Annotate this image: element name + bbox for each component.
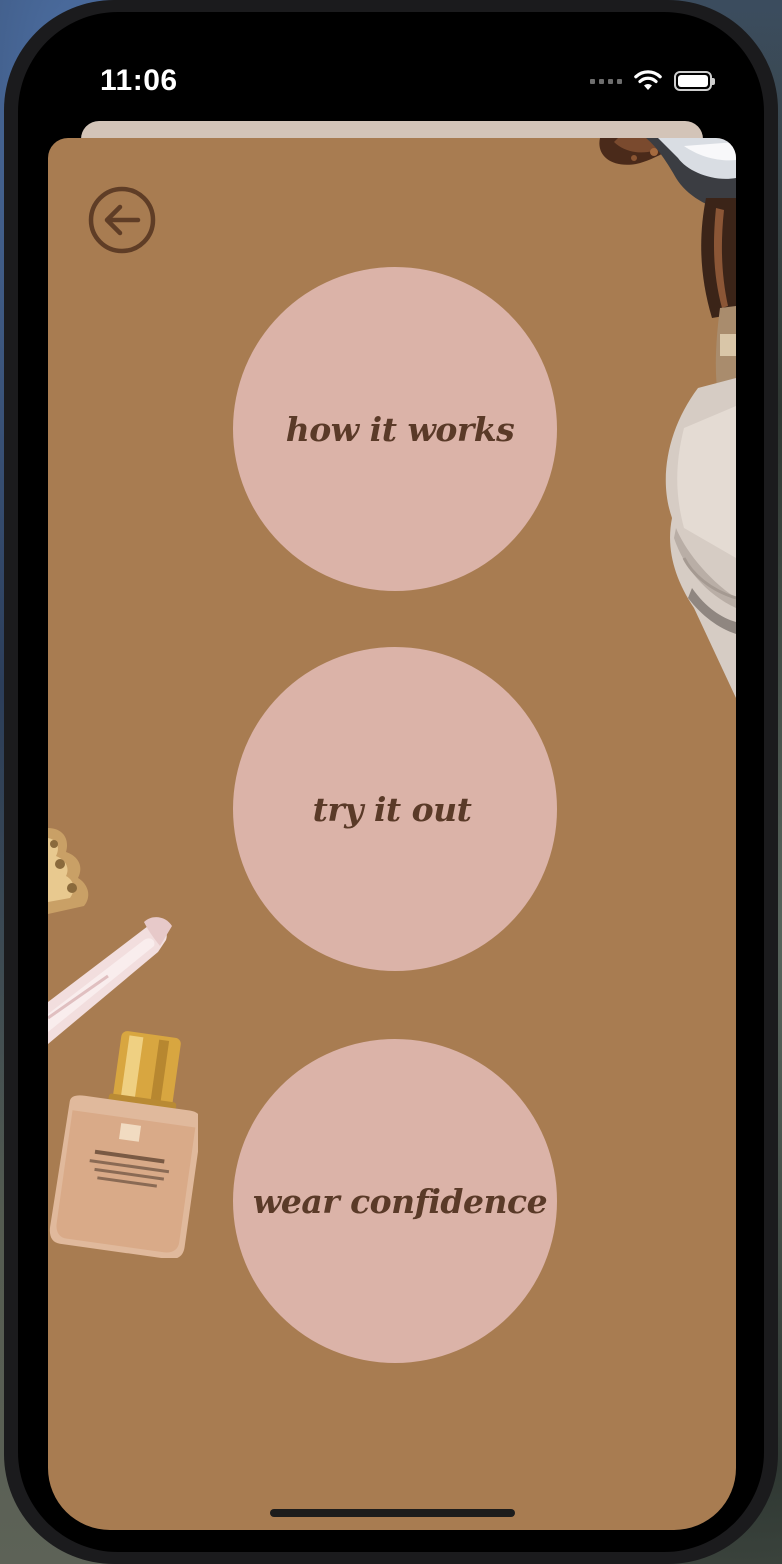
home-indicator[interactable]: [270, 1509, 515, 1517]
app-screen: how it works try it out wear confidence: [48, 138, 736, 1530]
cellular-signal-icon: [590, 78, 622, 84]
back-button[interactable]: [88, 186, 156, 254]
status-time: 11:06: [100, 64, 178, 97]
lip-gloss-and-foundation-image: [48, 828, 198, 1258]
try-it-out-label: try it out: [312, 789, 472, 829]
arrow-left-circle-icon: [88, 186, 156, 254]
how-it-works-label: how it works: [285, 409, 515, 449]
sunglasses-and-handbag-image: [599, 138, 736, 698]
wear-confidence-label: wear confidence: [252, 1181, 548, 1221]
how-it-works-button[interactable]: how it works: [233, 267, 557, 591]
status-icons: [590, 70, 715, 92]
try-it-out-button[interactable]: try it out: [233, 647, 557, 971]
wear-confidence-button[interactable]: wear confidence: [233, 1039, 557, 1363]
wifi-icon: [634, 70, 662, 90]
status-bar: 11:06: [18, 12, 764, 132]
battery-icon: [674, 71, 715, 91]
